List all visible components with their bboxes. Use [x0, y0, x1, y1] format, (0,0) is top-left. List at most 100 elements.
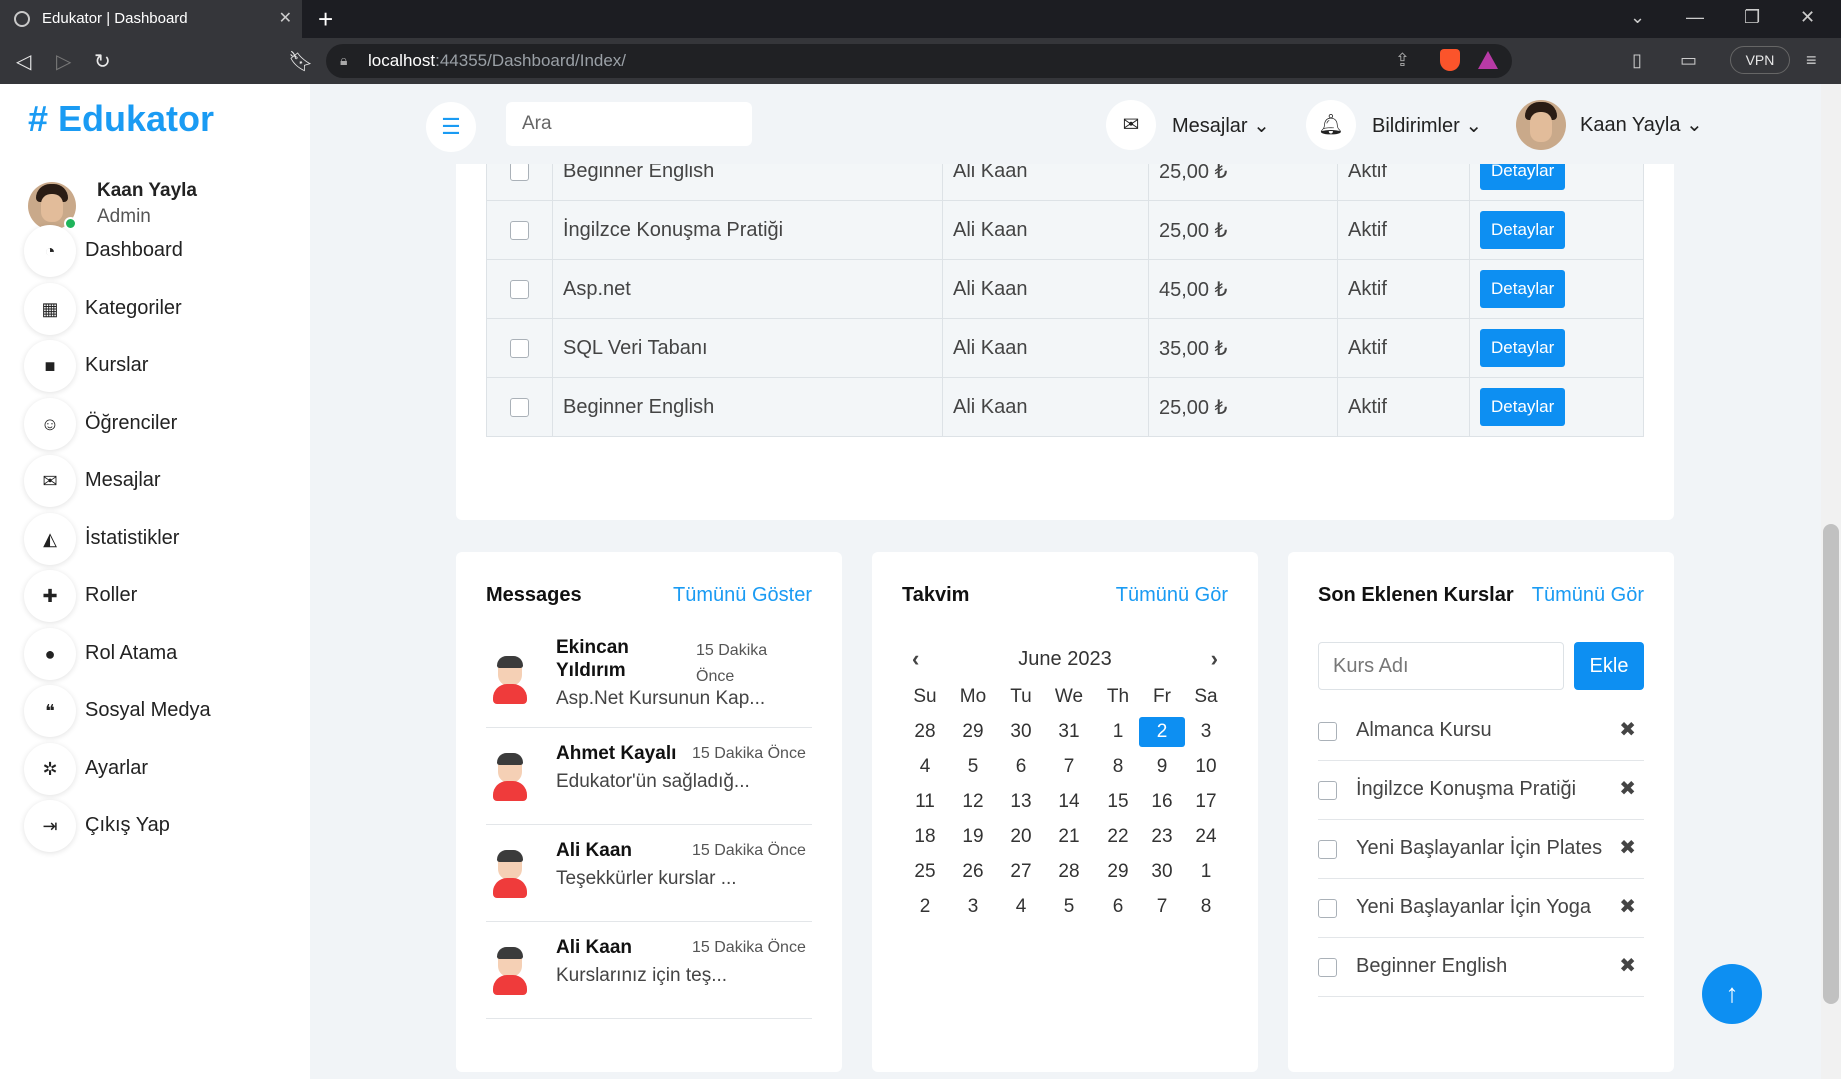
calendar-day[interactable]: 29	[1095, 857, 1141, 887]
calendar-day[interactable]: 7	[1139, 892, 1185, 922]
calendar-day[interactable]: 21	[1046, 822, 1092, 852]
calendar-day[interactable]: 20	[998, 822, 1044, 852]
sidebar-item-0[interactable]: ◔ Dashboard	[24, 225, 294, 277]
close-tab-icon[interactable]: ✕	[279, 8, 292, 28]
row-checkbox[interactable]	[510, 220, 529, 240]
details-button[interactable]: Detaylar	[1480, 329, 1566, 367]
row-checkbox[interactable]	[510, 338, 529, 358]
calendar-day[interactable]: 16	[1139, 787, 1185, 817]
search-input[interactable]	[506, 102, 752, 146]
sidebar-item-8[interactable]: ❝ Sosyal Medya	[24, 685, 294, 737]
list-item[interactable]: Ahmet Kayalı 15 Dakika Önce Edukator'ün …	[486, 727, 812, 825]
sidebar-toggle-icon[interactable]: ▯	[1632, 50, 1642, 71]
new-tab-icon[interactable]: +	[318, 4, 333, 35]
share-icon[interactable]: ⇪	[1395, 50, 1410, 71]
browser-tab[interactable]: Edukator | Dashboard ✕	[0, 0, 302, 38]
sidebar-item-3[interactable]: ☺ Öğrenciler	[24, 397, 294, 450]
course-checkbox[interactable]	[1318, 840, 1337, 859]
calendar-day[interactable]: 28	[1046, 857, 1092, 887]
calendar-day[interactable]: 7	[1046, 752, 1092, 782]
calendar-day[interactable]: 31	[1046, 717, 1092, 747]
calendar-day[interactable]: 30	[1139, 857, 1185, 887]
recent-courses-show-all-link[interactable]: Tümünü Gör	[1532, 584, 1644, 607]
brave-rewards-icon[interactable]	[1478, 51, 1498, 69]
row-checkbox[interactable]	[510, 161, 529, 181]
wallet-icon[interactable]: ▭	[1680, 50, 1697, 71]
calendar-show-all-link[interactable]: Tümünü Gör	[1116, 584, 1228, 607]
calendar-day[interactable]: 5	[1046, 892, 1092, 922]
course-checkbox[interactable]	[1318, 958, 1337, 977]
scrollbar-thumb[interactable]	[1823, 524, 1839, 1004]
messages-show-all-link[interactable]: Tümünü Göster	[673, 584, 812, 607]
chevron-right-icon[interactable]: ›	[1211, 646, 1218, 672]
bookmark-icon[interactable]: 🔖︎	[288, 49, 313, 74]
calendar-day[interactable]: 28	[902, 717, 948, 747]
remove-icon[interactable]: ✖	[1619, 953, 1636, 978]
user-dropdown[interactable]: Kaan Yayla ⌄	[1516, 100, 1716, 150]
forward-icon[interactable]: ▷	[56, 49, 71, 74]
remove-icon[interactable]: ✖	[1619, 717, 1636, 742]
calendar-day[interactable]: 4	[902, 752, 948, 782]
calendar-day[interactable]: 5	[950, 752, 996, 782]
calendar-day[interactable]: 12	[950, 787, 996, 817]
sidebar-item-9[interactable]: ✲ Ayarlar	[24, 742, 294, 795]
menu-icon[interactable]: ≡	[1806, 50, 1817, 71]
sidebar-item-7[interactable]: ● Rol Atama	[24, 627, 294, 680]
calendar-day[interactable]: 14	[1046, 787, 1092, 817]
remove-icon[interactable]: ✖	[1619, 894, 1636, 919]
sidebar-item-6[interactable]: ✚ Roller	[24, 570, 294, 622]
calendar-day[interactable]: 8	[1183, 892, 1229, 922]
calendar-day[interactable]: 8	[1095, 752, 1141, 782]
calendar-day[interactable]: 13	[998, 787, 1044, 817]
back-icon[interactable]: ◁	[16, 49, 31, 74]
calendar-day[interactable]: 11	[902, 787, 948, 817]
calendar-day[interactable]: 3	[950, 892, 996, 922]
calendar-day[interactable]: 6	[998, 752, 1044, 782]
brand-logo[interactable]: # Edukator	[28, 98, 214, 140]
details-button[interactable]: Detaylar	[1480, 270, 1566, 308]
sidebar-item-2[interactable]: ■ Kurslar	[24, 340, 294, 392]
calendar-day[interactable]: 26	[950, 857, 996, 887]
remove-icon[interactable]: ✖	[1619, 776, 1636, 801]
reload-icon[interactable]: ↻	[94, 49, 111, 74]
calendar-day[interactable]: 1	[1183, 857, 1229, 887]
details-button[interactable]: Detaylar	[1480, 388, 1566, 426]
course-checkbox[interactable]	[1318, 781, 1337, 800]
row-checkbox[interactable]	[510, 279, 529, 299]
list-item[interactable]: Ali Kaan 15 Dakika Önce Teşekkürler kurs…	[486, 824, 812, 922]
sidebar-item-1[interactable]: ▦ Kategoriler	[24, 282, 294, 335]
details-button[interactable]: Detaylar	[1480, 211, 1566, 249]
calendar-day[interactable]: 2	[902, 892, 948, 922]
sidebar-item-5[interactable]: ◭ İstatistikler	[24, 512, 294, 565]
add-course-button[interactable]: Ekle	[1574, 642, 1644, 690]
course-checkbox[interactable]	[1318, 722, 1337, 741]
scroll-to-top-button[interactable]: ↑	[1702, 964, 1762, 1024]
calendar-day[interactable]: 10	[1183, 752, 1229, 782]
course-checkbox[interactable]	[1318, 899, 1337, 918]
calendar-day[interactable]: 24	[1183, 822, 1229, 852]
calendar-day[interactable]: 30	[998, 717, 1044, 747]
list-item[interactable]: Ali Kaan 15 Dakika Önce Kurslarınız için…	[486, 921, 812, 1019]
list-item[interactable]: Ekincan Yıldırım 15 Dakika Önce Asp.Net …	[486, 630, 812, 728]
brave-shields-icon[interactable]	[1440, 49, 1460, 71]
close-window-icon[interactable]: ✕	[1800, 7, 1815, 28]
minimize-icon[interactable]: —	[1686, 7, 1704, 28]
calendar-day[interactable]: 17	[1183, 787, 1229, 817]
calendar-day[interactable]: 2	[1139, 717, 1185, 747]
messages-dropdown[interactable]: ✉ Mesajlar ⌄	[1106, 100, 1286, 150]
calendar-day[interactable]: 29	[950, 717, 996, 747]
calendar-day[interactable]: 25	[902, 857, 948, 887]
course-name-input[interactable]	[1318, 642, 1564, 690]
calendar-day[interactable]: 22	[1095, 822, 1141, 852]
hamburger-menu-icon[interactable]: ☰	[426, 102, 476, 152]
tab-list-icon[interactable]: ⌄	[1630, 7, 1645, 28]
notifications-dropdown[interactable]: 🔔︎ Bildirimler ⌄	[1306, 100, 1496, 150]
calendar-day[interactable]: 27	[998, 857, 1044, 887]
remove-icon[interactable]: ✖	[1619, 835, 1636, 860]
row-checkbox[interactable]	[510, 397, 529, 417]
calendar-day[interactable]: 6	[1095, 892, 1141, 922]
calendar-day[interactable]: 3	[1183, 717, 1229, 747]
calendar-day[interactable]: 19	[950, 822, 996, 852]
calendar-day[interactable]: 9	[1139, 752, 1185, 782]
calendar-day[interactable]: 23	[1139, 822, 1185, 852]
